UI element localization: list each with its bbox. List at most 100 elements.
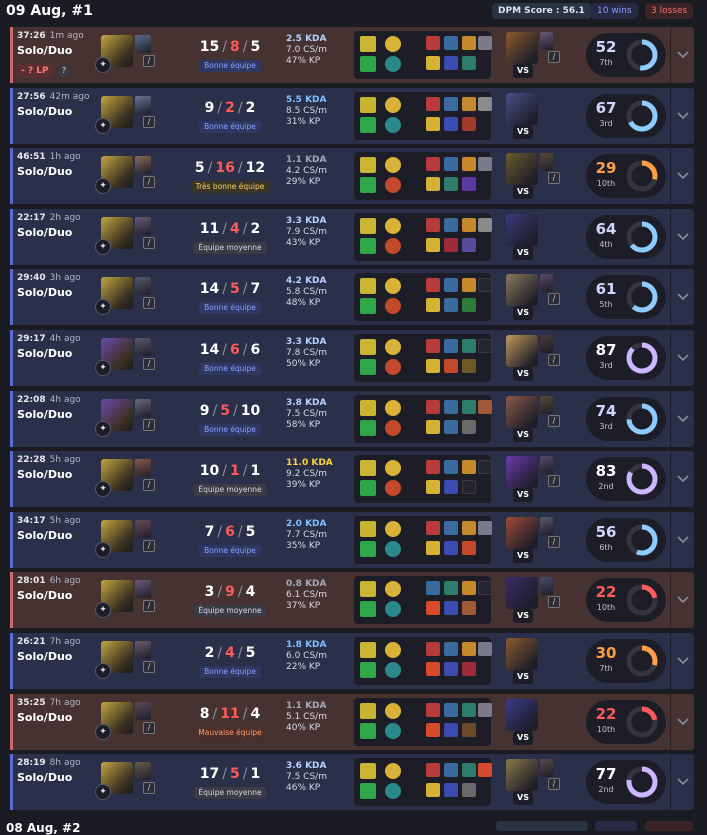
item-icon <box>426 722 440 737</box>
match-row[interactable]: 26:21 7h ago Solo/Duo ✦ ∕ 2/4/5 Bonne équipe 1.… <box>10 633 694 689</box>
match-row[interactable]: 22:17 2h ago Solo/Duo ✦ ∕ 11/4/2 Équipe moyenn… <box>10 208 694 265</box>
duo-partner-portrait[interactable] <box>135 519 151 538</box>
cs-per-minute: 7.0 CS/m <box>286 45 327 55</box>
expand-button[interactable] <box>670 451 694 508</box>
secondary-rune-icon <box>385 783 401 800</box>
item-icon <box>478 36 492 50</box>
expand-button[interactable] <box>670 269 694 326</box>
opponent-portrait[interactable] <box>506 638 538 670</box>
kills: 14 <box>199 281 220 298</box>
opponent-portrait[interactable] <box>506 153 538 186</box>
expand-button[interactable] <box>670 27 694 83</box>
duo-partner-portrait[interactable] <box>135 398 151 417</box>
expand-button[interactable] <box>670 208 694 265</box>
kill-participation: 31% KP <box>286 116 321 127</box>
duo-partner-portrait[interactable] <box>135 156 151 175</box>
match-row[interactable]: 35:25 7h ago Solo/Duo ✦ ∕ 8/11/4 Mauvaise équi… <box>10 693 694 750</box>
opponent-partner-portrait[interactable] <box>540 577 553 596</box>
chevron-down-icon <box>677 415 689 422</box>
match-row[interactable]: 29:40 3h ago Solo/Duo ✦ ∕ 14/5/7 Bonne équipe 4… <box>10 269 694 326</box>
opponent-portrait[interactable] <box>506 577 538 610</box>
build-panel <box>354 334 492 382</box>
match-row[interactable]: 46:51 1h ago Solo/Duo ✦ ∕ 5/16/12 Très bonne é… <box>10 148 694 205</box>
item-icon <box>462 177 476 192</box>
opponent-partner-portrait[interactable] <box>540 32 553 50</box>
opponent-portrait[interactable] <box>506 516 538 549</box>
match-row[interactable]: 34:17 5h ago Solo/Duo ✦ ∕ 7/6/5 Bonne équipe 2.… <box>10 511 694 568</box>
match-row[interactable]: 29:17 4h ago Solo/Duo ✦ ∕ 14/6/6 Bonne équipe 3… <box>10 330 694 386</box>
match-row[interactable]: 27:56 42m ago Solo/Duo ✦ ∕ 9/2/2 Bonne équipe 5… <box>10 87 694 144</box>
opponent-portrait[interactable] <box>506 274 538 307</box>
kda-ratio: 3.3 KDA <box>286 215 327 226</box>
duo-partner-portrait[interactable] <box>135 277 151 296</box>
expand-button[interactable] <box>670 390 694 447</box>
expand-button[interactable] <box>670 511 694 568</box>
build-panel <box>354 576 492 625</box>
keystone-rune-icon <box>385 642 401 658</box>
help-icon[interactable]: ? <box>58 65 70 77</box>
match-duration: 37:26 1m ago <box>17 31 84 41</box>
keystone-rune-icon <box>385 520 401 537</box>
match-stats: 5.5 KDA 8.5 CS/m 31% KP <box>286 95 327 128</box>
duo-partner-portrait[interactable] <box>135 338 151 356</box>
opponent-portrait[interactable] <box>506 395 538 428</box>
duo-partner-portrait[interactable] <box>135 35 151 53</box>
expand-button[interactable] <box>670 572 694 629</box>
expand-button[interactable] <box>670 633 694 689</box>
duo-partner-portrait[interactable] <box>135 95 151 114</box>
item-icon <box>444 460 458 475</box>
duo-partner-portrait[interactable] <box>135 762 151 781</box>
opponent-portrait[interactable] <box>506 698 538 731</box>
duo-partner-portrait[interactable] <box>135 216 151 235</box>
queue-type: Solo/Duo <box>17 407 73 421</box>
opponent-portrait[interactable] <box>506 456 538 489</box>
slash: / <box>237 160 243 177</box>
duration-text: 22:17 <box>17 212 46 223</box>
expand-button[interactable] <box>670 148 694 205</box>
item-icon <box>426 419 440 434</box>
secondary-spell-icon: ∕ <box>143 661 155 673</box>
opponent-partner-portrait[interactable] <box>540 456 553 475</box>
opponent-portrait[interactable] <box>506 213 538 246</box>
match-row[interactable]: 37:26 1m ago Solo/Duo - ? LP? ✦ ∕ 15/8/5 Bonne … <box>10 27 694 83</box>
match-row[interactable]: 22:08 4h ago Solo/Duo ✦ ∕ 9/5/10 Bonne équipe 3… <box>10 390 694 447</box>
duo-partner-portrait[interactable] <box>135 459 151 478</box>
opponent-partner-portrait[interactable] <box>540 395 553 414</box>
expand-button[interactable] <box>670 693 694 750</box>
duo-partner-portrait[interactable] <box>135 641 151 659</box>
opponent-partner-portrait[interactable] <box>540 274 553 293</box>
match-row[interactable]: 28:01 6h ago Solo/Duo ✦ ∕ 3/9/4 Équipe moyenne… <box>10 572 694 629</box>
build-panel <box>354 152 492 201</box>
opponent-portrait[interactable] <box>506 335 538 367</box>
item-icon <box>462 237 476 252</box>
score-placement: 2nd <box>598 785 614 795</box>
result-accent-bar <box>10 572 13 629</box>
match-stats: 3.8 KDA 7.5 CS/m 58% KP <box>286 398 327 431</box>
opponent-portrait[interactable] <box>506 32 538 64</box>
build-panel <box>354 212 492 261</box>
deaths: 5 <box>229 281 240 298</box>
match-row[interactable]: 28:19 8h ago Solo/Duo ✦ ∕ 17/5/1 Équipe moyenn… <box>10 754 694 811</box>
slash: / <box>242 281 248 298</box>
performance-score: 56 6th <box>586 517 666 562</box>
opponent-portrait[interactable] <box>506 759 538 792</box>
kda-ratio: 11.0 KDA <box>286 458 333 469</box>
opponent-portrait[interactable] <box>506 92 538 125</box>
kda-score: 7/6/5 <box>190 524 270 540</box>
match-stats: 2.0 KDA 7.7 CS/m 35% KP <box>286 519 327 552</box>
opponent-partner-portrait[interactable] <box>540 153 553 172</box>
duo-partner-portrait[interactable] <box>135 701 151 720</box>
expand-button[interactable] <box>670 330 694 386</box>
score-placement: 10th <box>596 603 616 613</box>
expand-button[interactable] <box>670 754 694 811</box>
secondary-rune-icon <box>385 601 401 618</box>
result-accent-bar <box>10 208 13 265</box>
match-row[interactable]: 22:28 5h ago Solo/Duo ✦ ∕ 10/1/1 Équipe moyenn… <box>10 451 694 508</box>
opponent-partner-portrait[interactable] <box>540 759 553 778</box>
opponent-partner-portrait[interactable] <box>540 335 553 353</box>
opponent-partner-portrait[interactable] <box>540 516 553 535</box>
duo-partner-portrait[interactable] <box>135 580 151 599</box>
keystone-rune-icon <box>385 36 401 52</box>
expand-button[interactable] <box>670 87 694 144</box>
item-icon <box>462 56 476 70</box>
